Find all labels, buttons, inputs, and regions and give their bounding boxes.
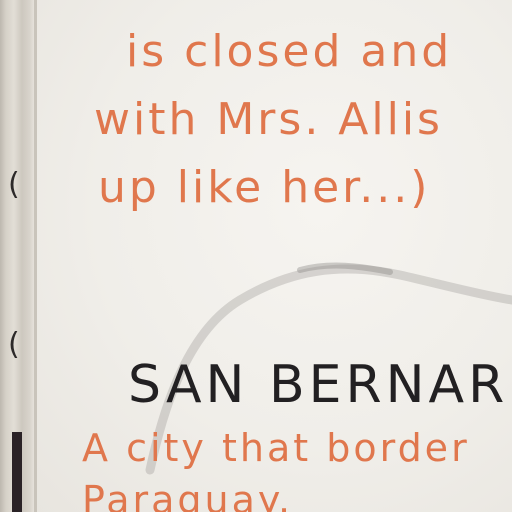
definition-line-2: Paraguay. xyxy=(82,478,294,512)
note-line-1: is closed and xyxy=(126,26,453,77)
note-line-3: up like her...) xyxy=(98,162,431,213)
vocab-heading: SAN BERNAR xyxy=(128,355,509,415)
definition-line-1: A city that border xyxy=(82,426,470,470)
page-crease xyxy=(34,0,37,512)
margin-bracket-bottom: ( xyxy=(8,327,20,362)
notebook-cover-edge xyxy=(12,432,22,512)
photo-scene: ( ( is closed and with Mrs. Allis up lik… xyxy=(0,0,512,512)
note-line-2: with Mrs. Allis xyxy=(94,94,443,145)
margin-bracket-top: ( xyxy=(8,167,20,202)
